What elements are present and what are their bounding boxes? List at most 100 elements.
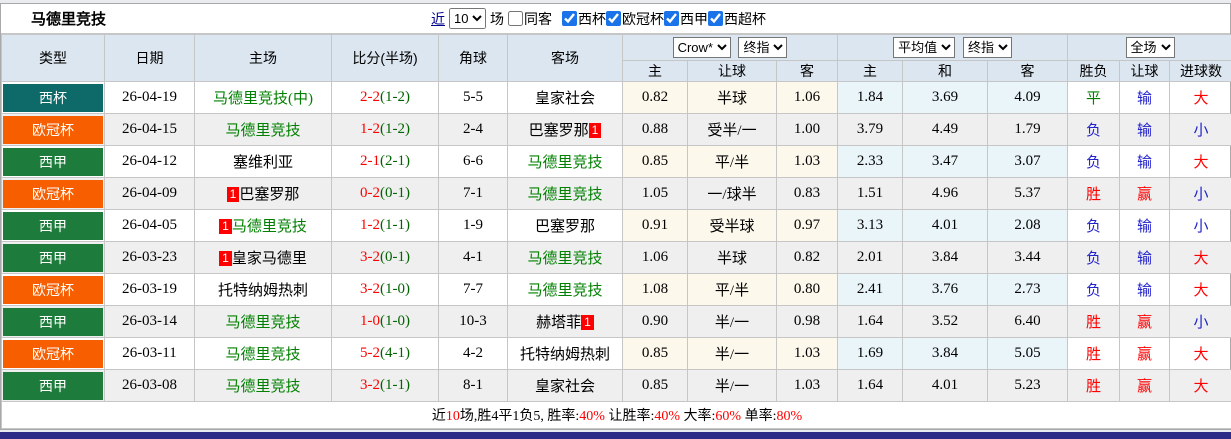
cell-score: 1-2(1-1) — [332, 210, 439, 242]
col-header-home: 主场 — [195, 35, 332, 82]
cell-europe-away-odds: 2.73 — [988, 274, 1068, 306]
sub-col-header: 让球 — [688, 61, 777, 82]
cell-handicap-result: 输 — [1120, 210, 1170, 242]
cell-goals-result: 小 — [1170, 306, 1231, 338]
sub-col-header: 进球数 — [1170, 61, 1231, 82]
cell-asia-handicap: 半球 — [688, 82, 777, 114]
cell-europe-away-odds: 6.40 — [988, 306, 1068, 338]
odds-company-select[interactable]: Crow* — [673, 37, 731, 58]
cell-goals-result: 小 — [1170, 178, 1231, 210]
half-time-score: (2-1) — [380, 153, 410, 169]
away-team-name: 马德里竞技 — [527, 187, 602, 203]
league-filter-label: 西甲 — [680, 9, 708, 29]
league-filter-label: 西超杯 — [724, 9, 766, 29]
competition-badge: 西杯 — [3, 84, 103, 112]
cell-europe-draw-odds: 3.69 — [903, 82, 988, 114]
league-filter[interactable]: 欧冠杯 — [606, 9, 664, 29]
europe-stage-select[interactable]: 终指 — [963, 37, 1012, 58]
cell-asia-away-odds: 1.00 — [777, 114, 838, 146]
europe-company-select[interactable]: 平均值 — [893, 37, 955, 58]
sub-col-header: 客 — [777, 61, 838, 82]
cell-match-result: 胜 — [1068, 178, 1120, 210]
cell-competition: 西甲 — [2, 210, 105, 242]
cell-corner: 8-1 — [439, 370, 508, 402]
table-row: 欧冠杯26-03-11马德里竞技5-2(4-1)4-2托特纳姆热刺0.85半/一… — [2, 338, 1231, 370]
cell-europe-draw-odds: 4.96 — [903, 178, 988, 210]
summary-segment: 让胜率: — [605, 409, 654, 424]
near-count-select[interactable]: 10 — [449, 8, 486, 29]
away-team-name: 托特纳姆热刺 — [520, 347, 610, 363]
cell-home-team: 托特纳姆热刺 — [195, 274, 332, 306]
cell-europe-draw-odds: 4.01 — [903, 210, 988, 242]
half-time-score: (1-2) — [380, 121, 410, 137]
cell-competition: 西甲 — [2, 370, 105, 402]
summary-segment: 80% — [776, 409, 802, 424]
cell-date: 26-03-11 — [105, 338, 195, 370]
cell-handicap-result: 赢 — [1120, 370, 1170, 402]
cell-competition: 欧冠杯 — [2, 274, 105, 306]
cell-date: 26-04-19 — [105, 82, 195, 114]
cell-home-team: 1马德里竞技 — [195, 210, 332, 242]
cell-europe-away-odds: 3.07 — [988, 146, 1068, 178]
league-filter-checkbox[interactable] — [664, 11, 679, 26]
competition-badge: 欧冠杯 — [3, 340, 103, 368]
cell-europe-home-odds: 2.41 — [838, 274, 903, 306]
cell-corner: 10-3 — [439, 306, 508, 338]
cell-goals-result: 大 — [1170, 242, 1231, 274]
odds-stage-select[interactable]: 终指 — [738, 37, 787, 58]
summary-row: 近10场,胜4平1负5, 胜率:40% 让胜率:40% 大率:60% 单率:80… — [2, 402, 1231, 429]
cell-asia-handicap: 半/一 — [688, 306, 777, 338]
near-link[interactable]: 近 — [431, 9, 445, 29]
competition-badge: 欧冠杯 — [3, 180, 103, 208]
sub-col-header: 主 — [838, 61, 903, 82]
cell-match-result: 负 — [1068, 242, 1120, 274]
cell-europe-away-odds: 2.08 — [988, 210, 1068, 242]
games-label: 场 — [490, 9, 504, 29]
rank-badge: 1 — [219, 219, 232, 234]
rank-badge: 1 — [589, 123, 602, 138]
col-header-corner: 角球 — [439, 35, 508, 82]
same-venue-checkbox[interactable] — [508, 11, 523, 26]
away-team-name: 马德里竞技 — [527, 251, 602, 267]
full-time-score: 3-2 — [360, 281, 380, 297]
away-team-name: 皇家社会 — [535, 379, 595, 395]
cell-away-team: 巴塞罗那1 — [508, 114, 623, 146]
cell-match-result: 平 — [1068, 82, 1120, 114]
same-venue-toggle[interactable]: 同客 — [508, 9, 552, 29]
cell-handicap-result: 赢 — [1120, 306, 1170, 338]
away-team-name: 巴塞罗那 — [535, 219, 595, 235]
team-title: 马德里竞技 — [1, 8, 431, 29]
cell-competition: 欧冠杯 — [2, 178, 105, 210]
cell-asia-home-odds: 0.85 — [623, 370, 688, 402]
scope-select[interactable]: 全场 — [1126, 37, 1175, 58]
cell-asia-handicap: 半球 — [688, 242, 777, 274]
cell-competition: 西甲 — [2, 242, 105, 274]
cell-europe-draw-odds: 4.49 — [903, 114, 988, 146]
cell-away-team: 巴塞罗那 — [508, 210, 623, 242]
summary-segment: 大率: — [680, 409, 715, 424]
cell-asia-handicap: 半/一 — [688, 338, 777, 370]
cell-asia-handicap: 半/一 — [688, 370, 777, 402]
home-team-name: 马德里竞技(中) — [213, 91, 313, 107]
cell-corner: 4-1 — [439, 242, 508, 274]
league-filter-checkbox[interactable] — [708, 11, 723, 26]
cell-europe-home-odds: 1.51 — [838, 178, 903, 210]
col-header-date: 日期 — [105, 35, 195, 82]
cell-handicap-result: 输 — [1120, 82, 1170, 114]
same-venue-label: 同客 — [524, 9, 552, 29]
cell-asia-away-odds: 0.80 — [777, 274, 838, 306]
cell-asia-handicap: 受半/一 — [688, 114, 777, 146]
table-row: 欧冠杯26-04-091巴塞罗那0-2(0-1)7-1马德里竞技1.05一/球半… — [2, 178, 1231, 210]
league-filter-checkbox[interactable] — [562, 11, 577, 26]
cell-asia-away-odds: 0.82 — [777, 242, 838, 274]
cell-score: 0-2(0-1) — [332, 178, 439, 210]
league-filter[interactable]: 西超杯 — [708, 9, 766, 29]
cell-handicap-result: 赢 — [1120, 338, 1170, 370]
league-filter-checkbox[interactable] — [606, 11, 621, 26]
cell-europe-home-odds: 3.79 — [838, 114, 903, 146]
league-filter-label: 西杯 — [578, 9, 606, 29]
league-filter[interactable]: 西甲 — [664, 9, 708, 29]
cell-score: 1-0(1-0) — [332, 306, 439, 338]
cell-home-team: 马德里竞技 — [195, 338, 332, 370]
league-filter[interactable]: 西杯 — [562, 9, 606, 29]
